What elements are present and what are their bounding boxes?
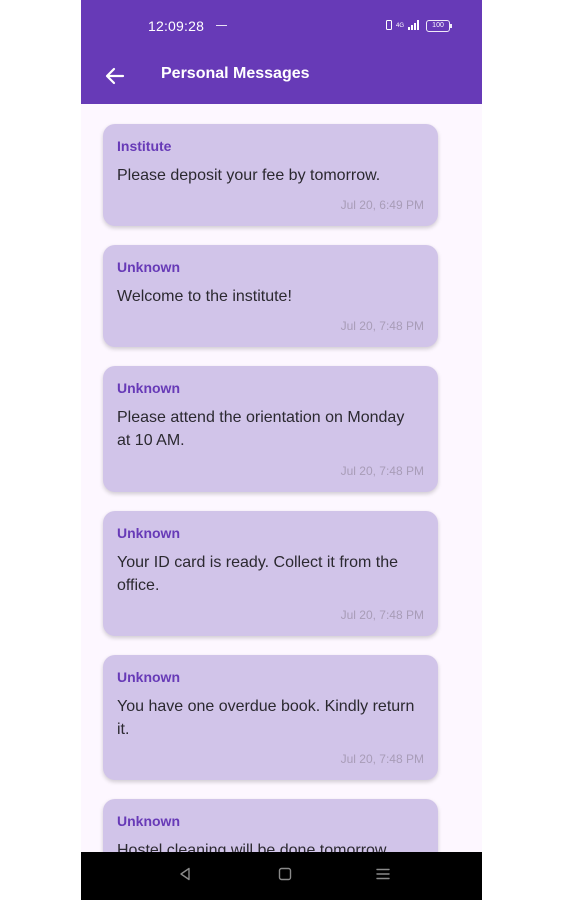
message-sender: Unknown: [117, 669, 180, 685]
triangle-back-icon: [178, 867, 192, 886]
page-title: Personal Messages: [161, 65, 310, 82]
square-home-icon: [278, 867, 292, 886]
message-list[interactable]: Institute Please deposit your fee by tom…: [81, 104, 482, 852]
nav-back-button[interactable]: [173, 864, 197, 888]
back-button[interactable]: [97, 60, 133, 96]
phone-screen: 12:09:28 4G 100 Personal Messages Instit…: [81, 0, 482, 900]
message-body: Hostel cleaning will be done tomorrow.: [117, 842, 391, 852]
message-time: Jul 20, 7:48 PM: [340, 752, 424, 766]
battery-level: 100: [432, 22, 444, 29]
message-card[interactable]: Unknown Hostel cleaning will be done tom…: [103, 799, 438, 852]
message-body: Please deposit your fee by tomorrow.: [117, 167, 381, 184]
message-sender: Unknown: [117, 813, 180, 829]
nav-home-button[interactable]: [273, 864, 297, 888]
battery-icon: 100: [426, 20, 453, 32]
message-time: Jul 20, 7:48 PM: [340, 464, 424, 478]
status-icons: 4G 100: [386, 17, 453, 35]
arrow-left-icon: [105, 66, 125, 91]
system-nav-bar: [81, 852, 482, 900]
status-bar: 12:09:28 4G 100: [81, 0, 482, 52]
message-sender: Unknown: [117, 259, 180, 275]
message-sender: Unknown: [117, 525, 180, 541]
signal-icon: [408, 17, 422, 35]
vibrate-icon: [386, 17, 392, 35]
message-card[interactable]: Unknown You have one overdue book. Kindl…: [103, 655, 438, 780]
message-body: You have one overdue book. Kindly return…: [117, 698, 415, 738]
menu-recents-icon: [376, 867, 390, 886]
message-time: Jul 20, 7:48 PM: [340, 319, 424, 333]
network-type-label: 4G: [396, 23, 405, 29]
message-body: Your ID card is ready. Collect it from t…: [117, 554, 398, 594]
nav-recents-button[interactable]: [371, 864, 395, 888]
message-time: Jul 20, 7:48 PM: [340, 608, 424, 622]
message-body: Welcome to the institute!: [117, 288, 292, 305]
app-bar: Personal Messages: [81, 52, 482, 104]
status-notification-dash: [216, 25, 227, 26]
message-card[interactable]: Institute Please deposit your fee by tom…: [103, 124, 438, 226]
message-card[interactable]: Unknown Please attend the orientation on…: [103, 366, 438, 492]
message-card[interactable]: Unknown Welcome to the institute! Jul 20…: [103, 245, 438, 347]
message-sender: Unknown: [117, 380, 180, 396]
message-sender: Institute: [117, 138, 172, 154]
status-time: 12:09:28: [148, 18, 205, 34]
message-body: Please attend the orientation on Monday …: [117, 409, 405, 449]
message-time: Jul 20, 6:49 PM: [340, 198, 424, 212]
message-card[interactable]: Unknown Your ID card is ready. Collect i…: [103, 511, 438, 636]
